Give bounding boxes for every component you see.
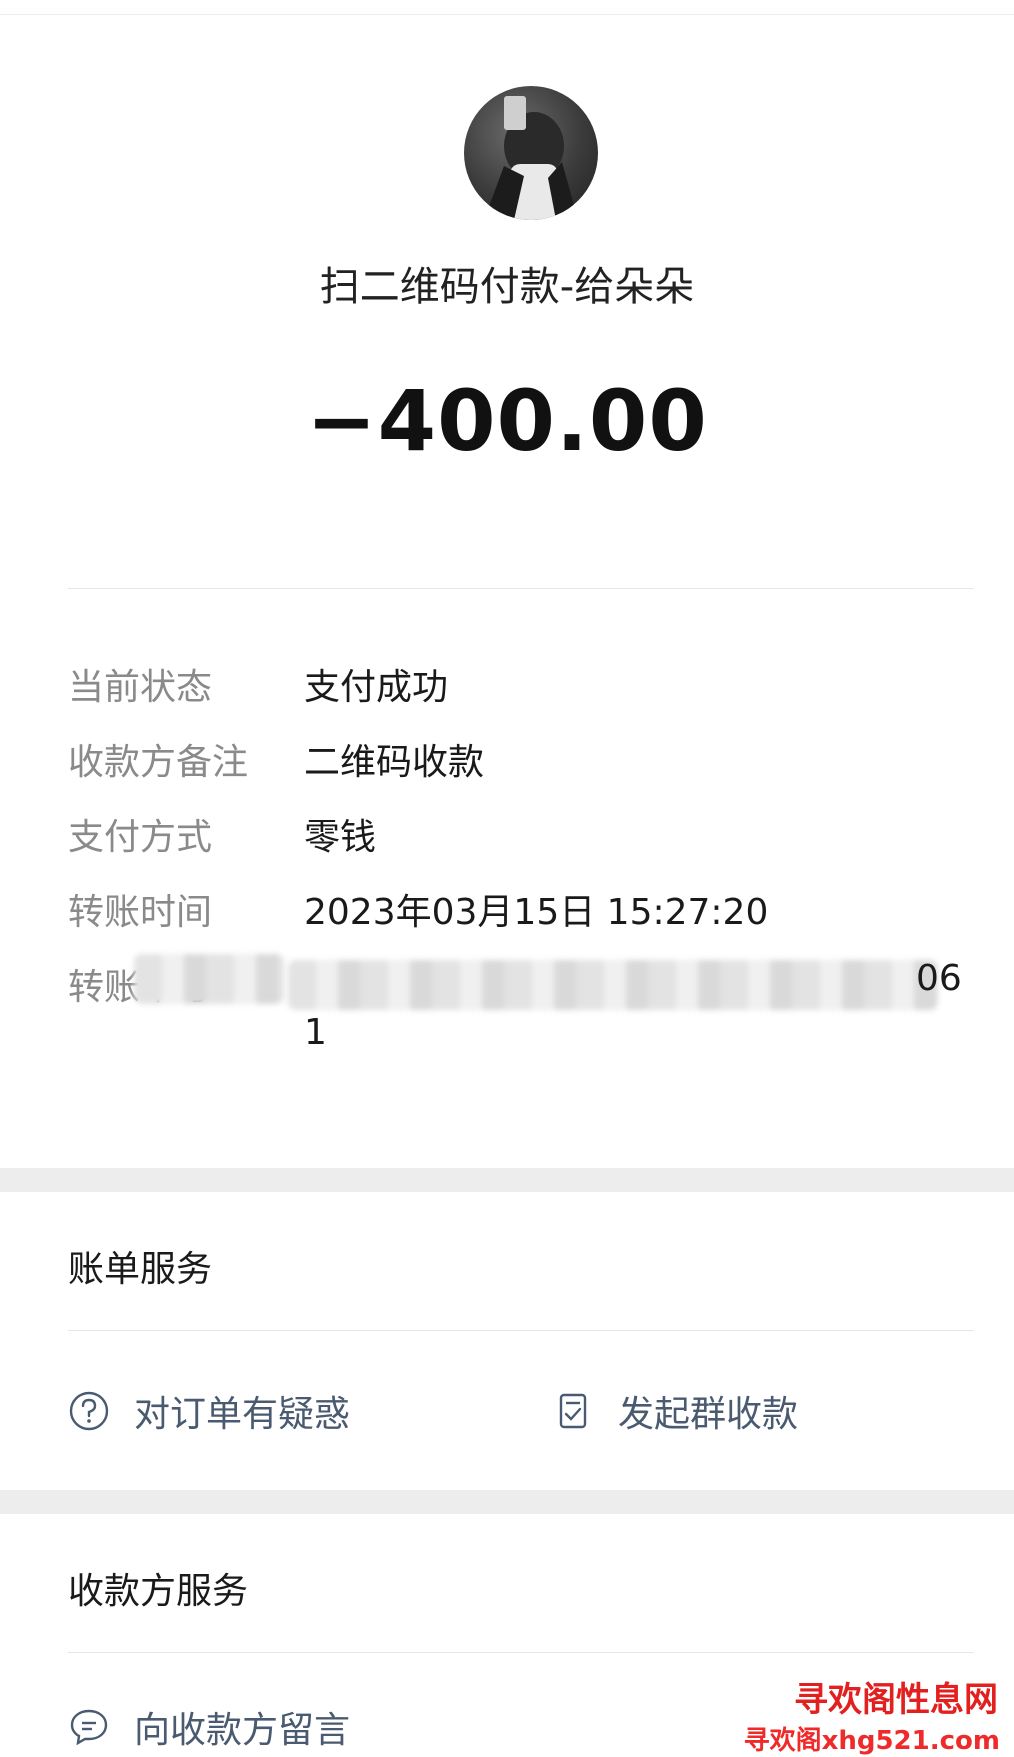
redaction-mask-transfer-id — [288, 960, 938, 1010]
avatar-photo-icon — [484, 96, 578, 220]
payee-service-title: 收款方服务 — [68, 1571, 249, 1612]
leave-message-label: 向收款方留言 — [134, 1710, 351, 1751]
bill-service-title: 账单服务 — [68, 1249, 213, 1290]
payee-note-label: 收款方备注 — [68, 742, 249, 783]
payee-service-divider — [68, 1652, 974, 1653]
payee-avatar[interactable] — [464, 86, 598, 220]
detail-row-payment-method: 支付方式 零钱 — [68, 808, 974, 858]
bill-service-divider — [68, 1330, 974, 1331]
detail-row-transfer-time: 转账时间 2023年03月15日 15:27:20 — [68, 883, 974, 933]
transfer-id-tail: 06 — [916, 958, 962, 999]
group-collect-label: 发起群收款 — [618, 1394, 799, 1435]
order-question-label: 对订单有疑惑 — [134, 1394, 351, 1435]
detail-row-payee-note: 收款方备注 二维码收款 — [68, 733, 974, 783]
message-bubble-icon — [68, 1706, 110, 1748]
redaction-mask-label — [134, 954, 284, 1004]
top-divider — [0, 14, 1014, 15]
transfer-time-label: 转账时间 — [68, 892, 213, 933]
header-divider — [68, 588, 974, 589]
section-gap — [0, 1168, 1014, 1192]
transfer-time-value: 2023年03月15日 15:27:20 — [304, 892, 769, 933]
status-label: 当前状态 — [68, 667, 213, 708]
detail-row-status: 当前状态 支付成功 — [68, 658, 974, 708]
payment-method-label: 支付方式 — [68, 817, 213, 858]
section-gap-2 — [0, 1490, 1014, 1514]
group-collect-button[interactable]: 发起群收款 — [552, 1384, 798, 1438]
detail-row-transfer-id: 转账单号 06 1 — [68, 954, 974, 1068]
group-collect-document-icon — [552, 1390, 594, 1432]
question-circle-icon — [68, 1390, 110, 1432]
status-value: 支付成功 — [304, 667, 449, 708]
site-watermark-url: 寻欢阁xhg521.com — [743, 1726, 1000, 1756]
payee-note-value: 二维码收款 — [304, 742, 485, 783]
payment-method-value: 零钱 — [304, 817, 377, 858]
order-question-button[interactable]: 对订单有疑惑 — [68, 1384, 350, 1438]
transfer-id-line2: 1 — [304, 1012, 327, 1053]
site-watermark: 寻欢阁性息网 — [794, 1680, 998, 1720]
payment-amount: −400.00 — [306, 372, 708, 470]
leave-message-button[interactable]: 向收款方留言 — [68, 1700, 350, 1754]
merchant-title: 扫二维码付款-给朵朵 — [319, 264, 695, 310]
